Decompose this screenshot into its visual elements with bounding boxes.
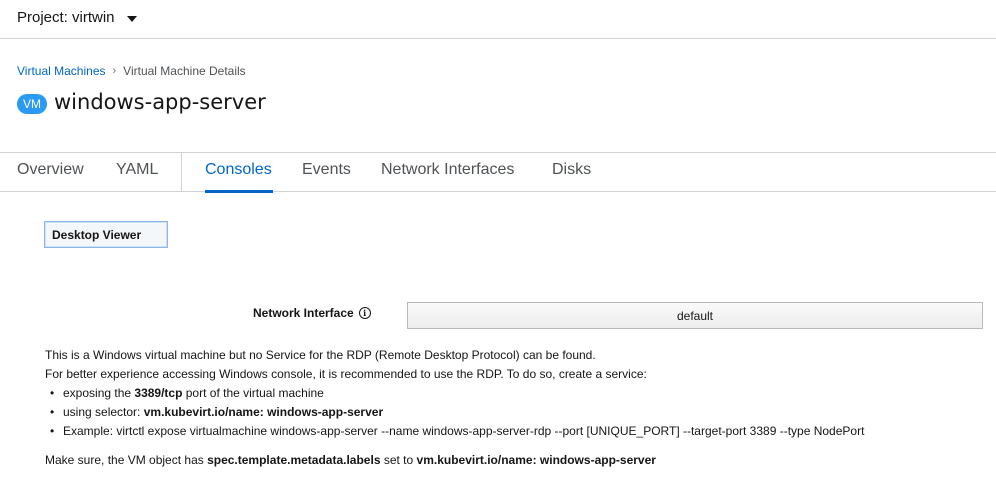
breadcrumb: Virtual Machines › Virtual Machine Detai…	[17, 64, 246, 78]
desktop-viewer-dropdown[interactable]: Desktop Viewer	[44, 221, 168, 248]
network-interface-select[interactable]: default	[407, 302, 983, 329]
info-circle-icon[interactable]: i	[358, 307, 371, 319]
rdp-service-message: This is a Windows virtual machine but no…	[45, 346, 864, 470]
breadcrumb-separator: ›	[112, 65, 117, 77]
breadcrumb-virtual-machines-link[interactable]: Virtual Machines	[17, 64, 106, 78]
message-line-1: This is a Windows virtual machine but no…	[45, 348, 596, 362]
breadcrumb-current: Virtual Machine Details	[123, 64, 246, 78]
message-line-2: For better experience accessing Windows …	[45, 367, 647, 381]
message-note: Make sure, the VM object has spec.templa…	[45, 453, 656, 467]
tab-events[interactable]: Events	[302, 161, 351, 179]
list-item: Example: virtctl expose virtualmachine w…	[45, 422, 864, 441]
tab-bar: Overview YAML Consoles Events Network In…	[0, 152, 996, 193]
instruction-list: exposing the 3389/tcp port of the virtua…	[45, 384, 864, 441]
project-bar: Project: virtwin	[0, 0, 996, 39]
list-item: exposing the 3389/tcp port of the virtua…	[45, 384, 864, 403]
vm-name: windows-app-server	[54, 90, 266, 114]
caret-down-icon	[126, 15, 137, 22]
tab-yaml[interactable]: YAML	[116, 161, 158, 179]
project-label: Project: virtwin	[17, 9, 115, 26]
tab-overview[interactable]: Overview	[17, 161, 84, 179]
tab-network-interfaces[interactable]: Network Interfaces	[381, 161, 514, 179]
tab-divider	[181, 153, 182, 192]
list-item: using selector: vm.kubevirt.io/name: win…	[45, 403, 864, 422]
page-title: VM windows-app-server	[17, 90, 266, 114]
tab-consoles[interactable]: Consoles	[205, 161, 272, 179]
tab-disks[interactable]: Disks	[552, 161, 591, 179]
vm-badge: VM	[17, 94, 47, 114]
active-tab-indicator	[205, 190, 273, 193]
network-interface-label: Network Interface i	[253, 306, 371, 320]
network-interface-label-text: Network Interface	[253, 306, 354, 320]
project-selector[interactable]: Project: virtwin	[17, 9, 137, 26]
